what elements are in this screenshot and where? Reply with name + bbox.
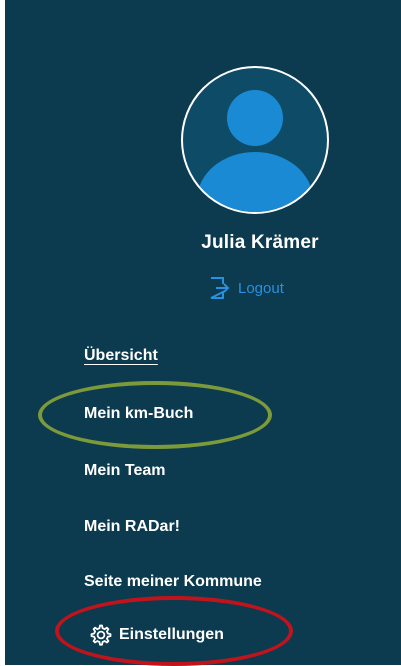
nav-item-team[interactable]: Mein Team (84, 462, 166, 480)
sidebar-panel: Julia Krämer Logout Übersicht Mein km-Bu… (5, 0, 401, 666)
nav-item-label: Mein km-Buch (84, 405, 194, 422)
user-avatar-icon (197, 90, 313, 212)
nav-item-km-buch[interactable]: Mein km-Buch (84, 405, 193, 423)
nav-item-label: Einstellungen (119, 626, 224, 643)
gear-icon (89, 623, 113, 647)
avatar[interactable] (181, 66, 329, 214)
nav-item-label: Mein Team (84, 462, 166, 479)
nav-item-uebersicht[interactable]: Übersicht (84, 347, 158, 365)
nav-item-label: Seite meiner Kommune (84, 573, 262, 590)
nav-item-einstellungen[interactable]: Einstellungen (89, 623, 224, 647)
user-name: Julia Krämer (201, 232, 319, 253)
logout-icon (208, 276, 230, 300)
nav-item-radar[interactable]: Mein RADar! (84, 518, 180, 536)
nav-item-label: Mein RADar! (84, 518, 181, 535)
logout-link[interactable]: Logout (208, 275, 284, 301)
nav-item-kommune[interactable]: Seite meiner Kommune (84, 573, 262, 591)
nav-item-label: Übersicht (84, 347, 158, 364)
logout-label: Logout (238, 279, 284, 297)
